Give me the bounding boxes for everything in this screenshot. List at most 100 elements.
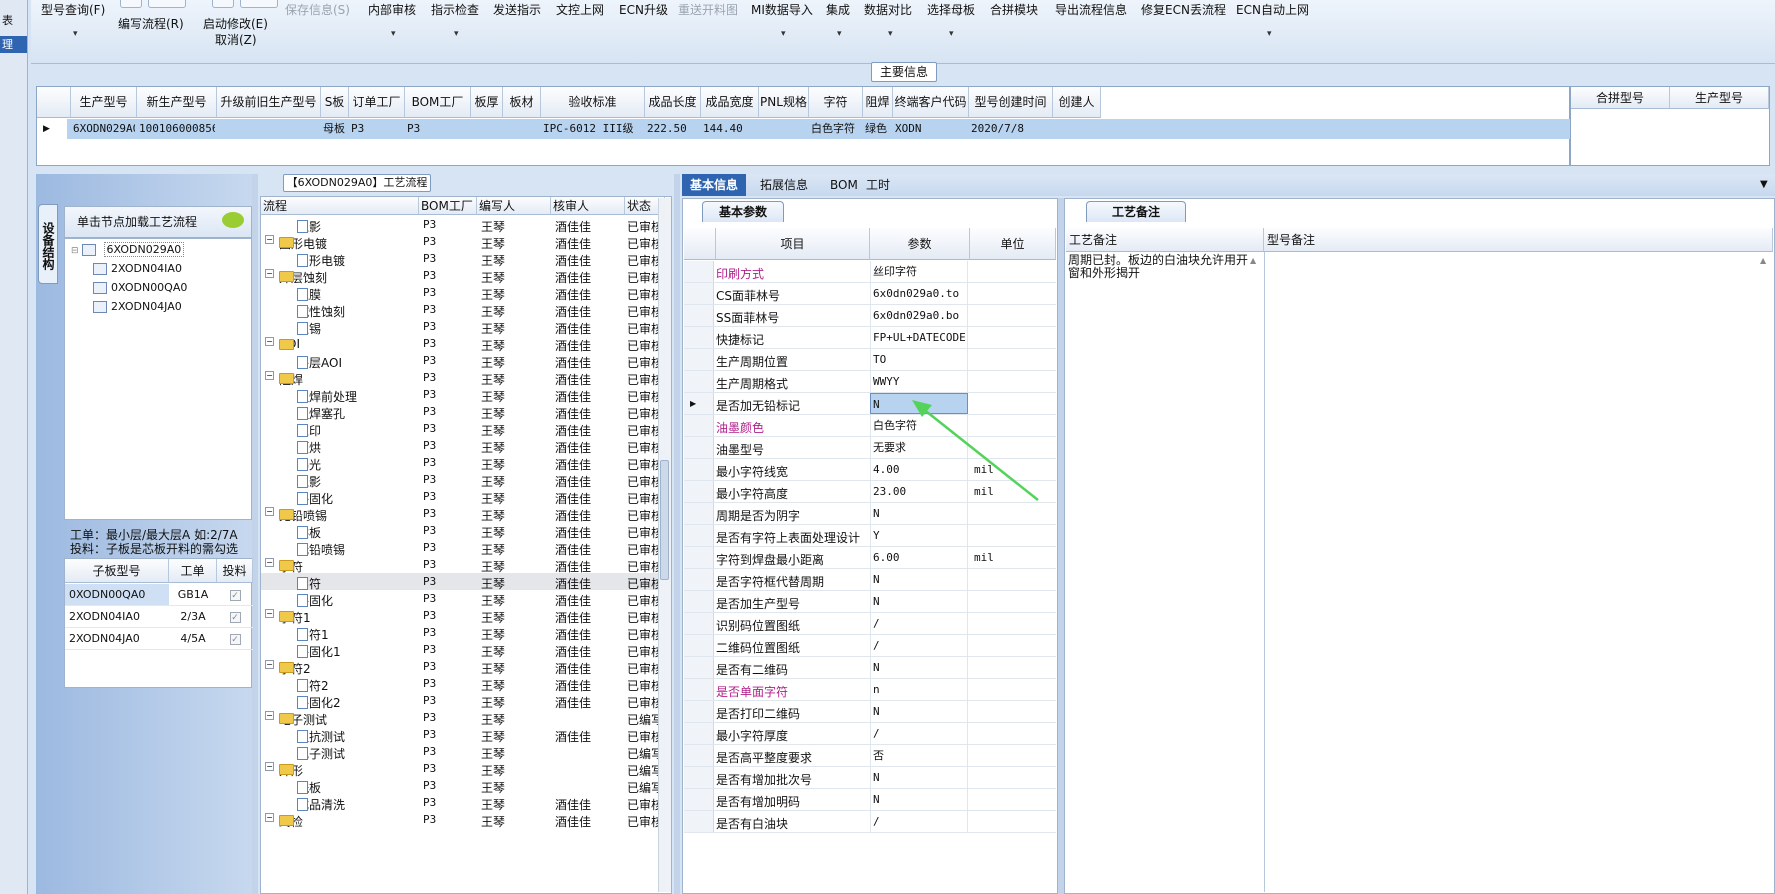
main-info-column-header[interactable]: 生产型号 — [71, 87, 137, 118]
internal-review-button[interactable]: 内部审核 — [368, 1, 416, 18]
param-value-field[interactable]: 丝印字符 — [870, 261, 968, 282]
flow-row[interactable]: 退锡 P3 王琴 酒佳佳 已审核 — [261, 318, 661, 336]
main-info-cell[interactable]: 2020/7/8 — [971, 119, 1051, 139]
param-row[interactable]: 字符到焊盘最小距离 6.00 mil — [684, 547, 1056, 569]
tree-root[interactable]: ⊟ 6XODN029A0 — [71, 242, 185, 257]
flow-row[interactable]: − 外层蚀刻 P3 王琴 酒佳佳 已审核 — [261, 267, 661, 285]
param-row[interactable]: 生产周期位置 TO — [684, 349, 1056, 371]
main-info-column-header[interactable]: 成品宽度 — [701, 87, 759, 118]
chevron-down-icon[interactable]: ▾ — [837, 29, 842, 39]
sub-board-cell[interactable]: 2XODN04IA0 — [65, 606, 169, 628]
flow-row[interactable]: 阻焊塞孔 P3 王琴 酒佳佳 已审核 — [261, 403, 661, 421]
tree-node[interactable]: 2XODN04IA0 — [93, 262, 182, 275]
param-value-field[interactable]: Y — [870, 525, 968, 546]
main-info-column-header[interactable]: 成品长度 — [645, 87, 701, 118]
flow-row[interactable]: 阻焊前处理 P3 王琴 酒佳佳 已审核 — [261, 386, 661, 404]
flow-row[interactable]: −字符P3王琴酒佳佳已审核 — [261, 556, 661, 574]
work-order-header[interactable]: 工单 — [169, 559, 217, 583]
collapse-icon[interactable]: − — [265, 813, 274, 822]
edit-flow-button[interactable]: 编写流程(R) — [118, 15, 184, 32]
param-row[interactable]: 印刷方式 丝印字符 — [684, 261, 1056, 283]
ecn-upgrade-button[interactable]: ECN升级 — [619, 1, 668, 18]
flow-row[interactable]: 显影 P3 王琴 酒佳佳 已审核 — [261, 471, 661, 489]
flow-row[interactable]: 成品清洗 P3 王琴 酒佳佳 已审核 — [261, 794, 661, 812]
param-row[interactable]: 是否单面字符 n — [684, 679, 1056, 701]
main-info-cell[interactable]: P3 — [351, 119, 403, 139]
work-order-cell[interactable]: 2/3A — [169, 606, 217, 628]
main-info-column-header[interactable]: 升级前旧生产型号 — [217, 87, 321, 118]
main-info-cell[interactable]: 6XODN029A0 — [73, 119, 135, 139]
param-value-field[interactable]: TO — [870, 349, 968, 370]
model-query-button[interactable]: 型号查询(F) — [41, 1, 105, 18]
select-master-button[interactable]: 选择母板 — [927, 1, 975, 18]
param-value-field[interactable]: N — [870, 591, 968, 612]
tab-work-hours[interactable]: 工时 — [858, 174, 898, 196]
param-row[interactable]: 是否加生产型号 N — [684, 591, 1056, 613]
flow-row[interactable]: 终固化 P3 王琴 酒佳佳 已审核 — [261, 488, 661, 506]
collapse-icon[interactable]: − — [265, 269, 274, 278]
flow-row[interactable]: 无铅喷锡 P3 王琴 酒佳佳 已审核 — [261, 539, 661, 557]
chevron-down-icon[interactable]: ▾ — [391, 29, 396, 39]
resend-cut-button[interactable]: 重送开料图 — [678, 1, 738, 18]
writer-column-header[interactable]: 编写人 — [477, 197, 551, 215]
chevron-down-icon[interactable]: ▼ — [1752, 174, 1775, 196]
param-value-field[interactable]: 否 — [870, 745, 968, 766]
flow-row[interactable]: 碱性蚀刻 P3 王琴 酒佳佳 已审核 — [261, 301, 661, 319]
flow-step-name[interactable]: AOI — [279, 337, 300, 351]
item-column-header[interactable]: 项目 — [716, 228, 870, 260]
collapse-icon[interactable]: − — [265, 337, 274, 346]
model-note-header[interactable]: 型号备注 — [1264, 228, 1773, 252]
main-info-column-header[interactable]: BOM工厂 — [405, 87, 471, 118]
send-guide-button[interactable]: 发送指示 — [493, 1, 541, 18]
main-info-column-header[interactable]: 型号创建时间 — [969, 87, 1053, 118]
param-value-field[interactable]: N — [870, 701, 968, 722]
main-info-cell[interactable]: 绿色 — [865, 119, 891, 139]
chevron-down-icon[interactable]: ▾ — [1267, 29, 1272, 39]
collapse-icon[interactable]: ⊟ — [71, 246, 79, 256]
chevron-down-icon[interactable]: ▾ — [454, 29, 459, 39]
param-row[interactable]: 是否有增加批次号 N — [684, 767, 1056, 789]
flow-row[interactable]: −阻焊P3王琴酒佳佳已审核 — [261, 369, 661, 387]
work-order-cell[interactable]: 4/5A — [169, 628, 217, 650]
chevron-down-icon[interactable]: ▾ — [888, 29, 893, 39]
param-value-field[interactable]: / — [870, 723, 968, 744]
param-value-field[interactable]: N — [870, 789, 968, 810]
flow-row[interactable]: − 图形电镀 P3 王琴 酒佳佳 已审核 — [261, 233, 661, 251]
work-order-cell[interactable]: GB1A — [169, 584, 217, 606]
ecn-auto-button[interactable]: ECN自动上网 — [1236, 1, 1309, 18]
tab-basic-info[interactable]: 基本信息 — [682, 174, 747, 196]
collapse-icon[interactable]: − — [265, 711, 274, 720]
main-info-column-header[interactable]: 订单工厂 — [349, 87, 405, 118]
splitter[interactable] — [252, 174, 258, 894]
flow-row[interactable]: − 字符1 P3 王琴 酒佳佳 已审核 — [261, 607, 661, 625]
param-value-field[interactable]: / — [870, 811, 968, 832]
data-compare-button[interactable]: 数据对比 — [864, 1, 912, 18]
param-row[interactable]: 是否有字符上表面处理设计 Y — [684, 525, 1056, 547]
flow-row[interactable]: − 字符2 P3 王琴 酒佳佳 已审核 — [261, 658, 661, 676]
param-row[interactable]: 是否有增加明码 N — [684, 789, 1056, 811]
flow-row[interactable]: −终检 P3 王琴 酒佳佳 已审核 — [261, 811, 661, 830]
param-row[interactable]: SS面菲林号 6x0dn029a0.bo — [684, 305, 1056, 327]
sub-board-cell[interactable]: 0XODN00QA0 — [65, 584, 169, 606]
param-value-field[interactable]: FP+UL+DATECODE — [870, 327, 968, 348]
feed-checkbox-cell[interactable]: ✓ — [217, 628, 253, 650]
flow-row[interactable]: 终固化2 P3 王琴 酒佳佳 已审核 — [261, 692, 661, 710]
feed-checkbox-cell[interactable]: ✓ — [217, 584, 253, 606]
main-info-cell[interactable] — [219, 119, 319, 139]
main-info-column-header[interactable]: 板厚 — [471, 87, 503, 118]
scroll-up-icon[interactable]: ▲ — [1250, 256, 1256, 265]
main-info-column-header[interactable]: 字符 — [809, 87, 863, 118]
main-info-cell[interactable]: 白色字符 — [811, 119, 861, 139]
merge-production-header[interactable]: 生产型号 — [1670, 87, 1769, 109]
param-value-field[interactable]: WWYY — [870, 371, 968, 392]
chevron-down-icon[interactable]: ▾ — [949, 29, 954, 39]
guide-check-button[interactable]: 指示检查 — [431, 1, 479, 18]
flow-row[interactable]: 铣板 P3 王琴 已编写 — [261, 777, 661, 795]
flow-row[interactable]: 终固化1 P3 王琴 酒佳佳 已审核 — [261, 641, 661, 659]
param-value-field[interactable]: / — [870, 613, 968, 634]
main-info-cell[interactable]: 222.50 — [647, 119, 699, 139]
flow-step-name[interactable]: 终检 — [279, 813, 303, 830]
param-row[interactable]: 二维码位置图纸 / — [684, 635, 1056, 657]
param-row[interactable]: 是否高平整度要求 否 — [684, 745, 1056, 767]
main-info-cell[interactable]: 母板 — [323, 119, 347, 139]
